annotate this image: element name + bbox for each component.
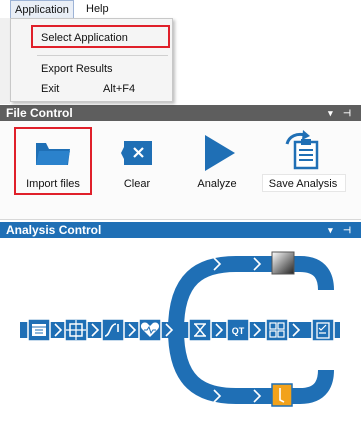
file-control-header: File Control ▾ ⊣ bbox=[0, 105, 361, 121]
clear-icon bbox=[121, 141, 155, 170]
exit-label: Exit bbox=[41, 83, 60, 95]
analysis-pipeline-diagram: QT bbox=[20, 251, 340, 407]
analysis-control-header: Analysis Control ▾ ⊣ bbox=[0, 222, 361, 238]
select-application-highlight bbox=[31, 25, 170, 48]
clipboard-check-icon[interactable] bbox=[311, 318, 335, 342]
play-icon bbox=[203, 135, 235, 174]
svg-text:QT: QT bbox=[232, 326, 245, 336]
menu-help[interactable]: Help bbox=[82, 0, 113, 18]
menu-bar: Application Help bbox=[0, 0, 361, 18]
application-dropdown: Select Application Export Results Exit A… bbox=[10, 18, 173, 102]
grid-icon[interactable] bbox=[265, 318, 289, 342]
panel-pin-controls[interactable]: ▾ ⊣ bbox=[328, 105, 355, 121]
save-analysis-icon bbox=[283, 130, 323, 173]
clear-label: Clear bbox=[123, 178, 151, 190]
menu-item-export-results[interactable]: Export Results bbox=[11, 59, 172, 79]
file-control-toolbar: Import files Clear Analyze Save Analysis bbox=[0, 121, 361, 220]
menu-item-exit[interactable]: Exit Alt+F4 bbox=[11, 79, 172, 99]
exit-shortcut: Alt+F4 bbox=[103, 83, 136, 95]
left-gutter bbox=[0, 18, 10, 104]
menu-separator bbox=[37, 55, 168, 56]
file-control-title: File Control bbox=[6, 106, 73, 120]
analysis-pipeline-area: QT bbox=[0, 238, 361, 421]
save-analysis-label: Save Analysis bbox=[268, 178, 338, 190]
analysis-pin-controls[interactable]: ▾ ⊣ bbox=[328, 222, 355, 238]
export-results-label: Export Results bbox=[41, 63, 113, 75]
heart-icon[interactable] bbox=[138, 318, 162, 342]
analyze-label: Analyze bbox=[197, 178, 237, 190]
hourglass-icon[interactable] bbox=[188, 318, 212, 342]
orange-marker-icon[interactable] bbox=[271, 383, 293, 407]
calendar-icon[interactable] bbox=[27, 318, 51, 342]
menu-application[interactable]: Application bbox=[10, 0, 74, 18]
import-files-highlight bbox=[14, 127, 92, 195]
qt-interval-icon[interactable]: QT bbox=[226, 318, 250, 342]
gradient-square-icon[interactable] bbox=[271, 251, 295, 275]
analysis-control-title: Analysis Control bbox=[6, 223, 102, 237]
filter-wave-icon[interactable] bbox=[101, 318, 125, 342]
crosshair-icon[interactable] bbox=[64, 318, 88, 342]
